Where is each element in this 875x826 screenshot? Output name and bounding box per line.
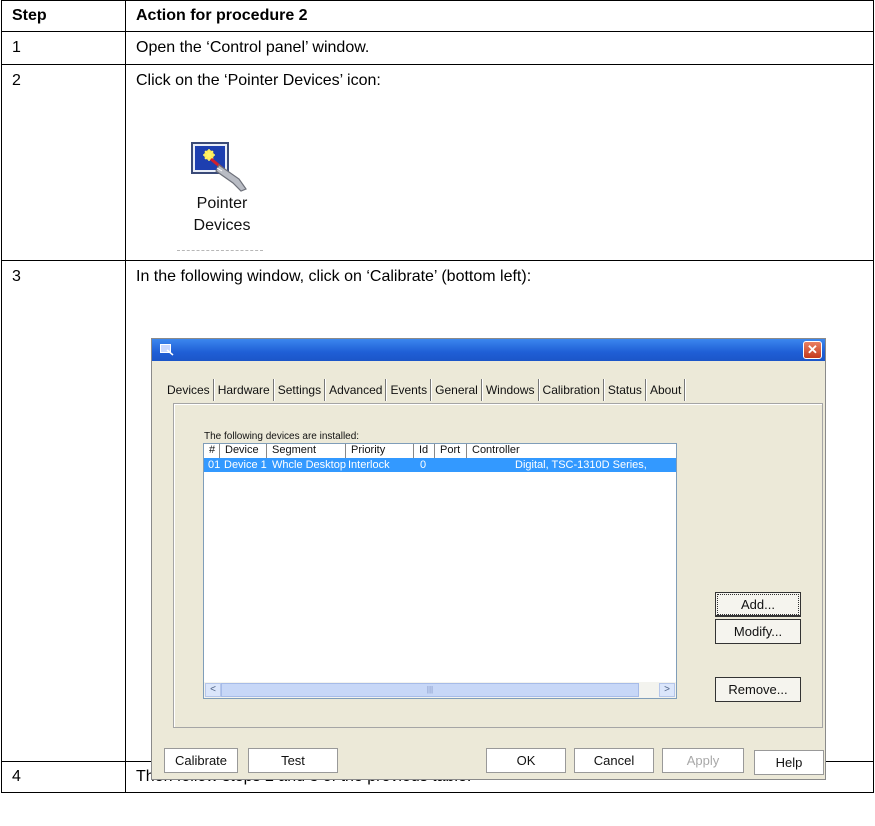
scroll-thumb[interactable]: ||| xyxy=(221,683,639,697)
modify-button[interactable]: Modify... xyxy=(715,619,801,644)
help-button[interactable]: Help xyxy=(754,750,824,775)
step-number: 3 xyxy=(1,260,126,762)
column-header-controller[interactable]: Controller xyxy=(467,444,567,458)
tab-windows[interactable]: Windows xyxy=(483,379,539,401)
column-header-priority[interactable]: Priority xyxy=(346,444,414,458)
column-header-port[interactable]: Port xyxy=(435,444,467,458)
test-button[interactable]: Test xyxy=(248,748,338,773)
column-header-number[interactable]: # xyxy=(204,444,220,458)
list-header: # Device Segment Priority Id Port Contro… xyxy=(204,444,567,458)
cell-number: 01 xyxy=(208,459,221,471)
tab-advanced[interactable]: Advanced xyxy=(326,379,387,401)
header-action: Action for procedure 2 xyxy=(125,0,874,32)
title-bar[interactable]: ✕ xyxy=(152,339,825,361)
table-row: 1 Open the ‘Control panel’ window. xyxy=(1,31,874,65)
cell-priority: Interlock xyxy=(348,459,390,471)
step-action: Open the ‘Control panel’ window. xyxy=(125,31,874,65)
pointer-devices-label-line2: Devices xyxy=(193,217,251,234)
tab-hardware[interactable]: Hardware xyxy=(215,379,274,401)
label-underline xyxy=(177,250,263,255)
installed-devices-label: The following devices are installed: xyxy=(204,431,360,442)
tab-devices[interactable]: Devices xyxy=(164,379,214,401)
scroll-right-button[interactable]: > xyxy=(659,683,675,697)
pointer-devices-dialog: ✕ Devices Hardware Settings Advanced Eve… xyxy=(151,338,826,780)
pointer-devices-label-line1: Pointer xyxy=(196,195,248,212)
column-header-segment[interactable]: Segment xyxy=(267,444,346,458)
apply-button[interactable]: Apply xyxy=(662,748,744,773)
tab-events[interactable]: Events xyxy=(387,379,432,401)
column-header-id[interactable]: Id xyxy=(414,444,435,458)
tab-calibration[interactable]: Calibration xyxy=(540,379,604,401)
step-number: 1 xyxy=(1,31,126,65)
table-header-row: Step Action for procedure 2 xyxy=(1,0,874,32)
tab-status[interactable]: Status xyxy=(605,379,646,401)
add-button[interactable]: Add... xyxy=(715,592,801,617)
cell-device: Device 1 xyxy=(224,459,267,471)
ok-button[interactable]: OK xyxy=(486,748,566,773)
scroll-left-button[interactable]: < xyxy=(205,683,221,697)
device-row[interactable]: 01 Device 1 Whcle Desktop Interlock 0 Di… xyxy=(204,458,676,472)
column-header-device[interactable]: Device xyxy=(220,444,267,458)
devices-list[interactable]: # Device Segment Priority Id Port Contro… xyxy=(203,443,677,699)
cancel-button[interactable]: Cancel xyxy=(574,748,654,773)
pointer-devices-icon xyxy=(191,142,247,192)
cell-controller: Digital, TSC-1310D Series, xyxy=(515,459,647,471)
horizontal-scrollbar[interactable]: < ||| > xyxy=(204,682,676,698)
pointer-devices-shortcut[interactable]: Pointer Devices xyxy=(167,141,277,266)
tab-general[interactable]: General xyxy=(432,379,482,401)
tab-settings[interactable]: Settings xyxy=(275,379,326,401)
cell-segment: Whcle Desktop xyxy=(272,459,346,471)
tab-strip: Devices Hardware Settings Advanced Event… xyxy=(164,379,686,401)
calibrate-button[interactable]: Calibrate xyxy=(164,748,238,773)
header-step: Step xyxy=(1,0,126,32)
tab-about[interactable]: About xyxy=(647,379,686,401)
remove-button[interactable]: Remove... xyxy=(715,677,801,702)
window-icon xyxy=(160,344,174,356)
step-number: 4 xyxy=(1,761,126,793)
table-row: 2 Click on the ‘Pointer Devices’ icon: xyxy=(1,64,874,261)
close-button[interactable]: ✕ xyxy=(803,341,822,359)
step-number: 2 xyxy=(1,64,126,261)
cell-id: 0 xyxy=(420,459,427,471)
